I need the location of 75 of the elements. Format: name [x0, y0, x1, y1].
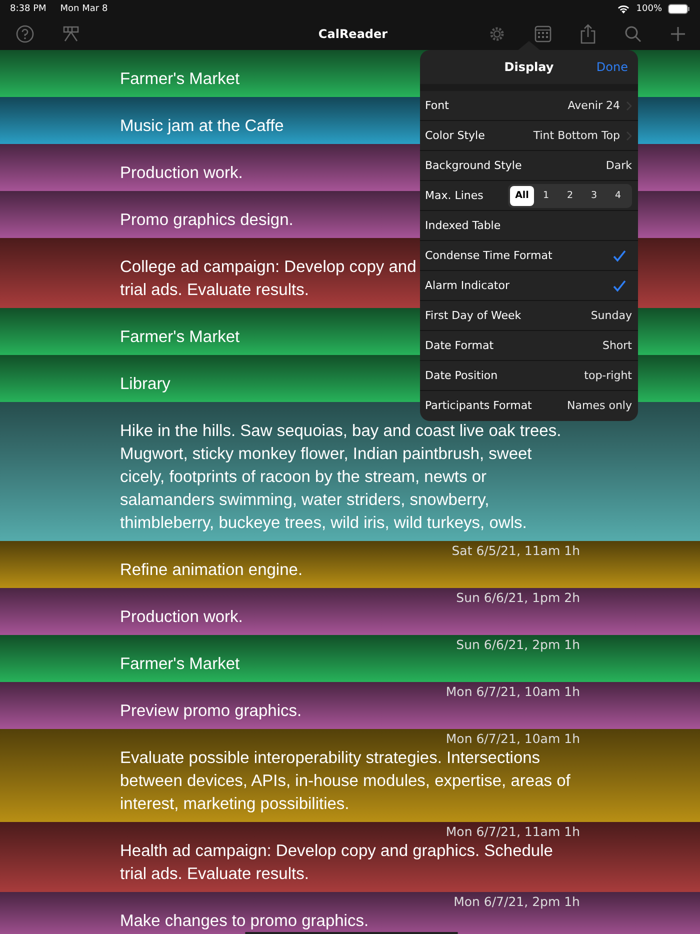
settings-row[interactable]: Color Style Tint Bottom Top: [420, 121, 638, 151]
event-title: College ad campaign: Develop copy and trial ads. Evaluate results.: [120, 257, 416, 301]
setting-value: Short: [602, 339, 632, 352]
battery-percent: 100%: [636, 4, 662, 14]
setting-value: Dark: [606, 159, 632, 172]
event-title: Preview promo graphics.: [120, 701, 302, 722]
settings-row[interactable]: Max. Lines All 1 2 3 4: [420, 181, 638, 211]
status-time: 8:38 PM: [10, 4, 46, 14]
settings-row[interactable]: Font Avenir 24: [420, 91, 638, 121]
status-date: Mon Mar 8: [60, 4, 108, 14]
setting-value: top-right: [584, 369, 632, 382]
settings-row[interactable]: Background Style Dark: [420, 151, 638, 181]
event-title: Hike in the hills. Saw sequoias, bay and coast live oak trees. Mugwort, sticky monkey flower, Indian paintbrush, sweet cicely, footprints of racoon by the stream, newts or salamanders swimming, water striders, snowberry, thimbleberry, buckeye trees, wild iris, wild turkeys, owls.: [120, 421, 562, 534]
settings-row[interactable]: First Day of Week Sunday: [420, 301, 638, 331]
event-date: Sun 6/6/21, 1pm 2h: [456, 590, 580, 605]
event-row[interactable]: Mon 6/7/21, 10am 1h Evaluate possible interoperability strategies. Intersections between devices, APIs, in-house modules, expertise, areas of interest, marketing possibilities.: [0, 729, 700, 822]
add-icon[interactable]: [670, 26, 686, 42]
event-title: Music jam at the Caffe: [120, 116, 284, 137]
setting-label: Indexed Table: [425, 219, 502, 232]
app-title: CalReader: [317, 27, 389, 41]
setting-label: Color Style: [425, 129, 486, 142]
setting-label: Max. Lines: [425, 189, 484, 202]
event-date: Mon 6/7/21, 10am 1h: [446, 731, 580, 746]
setting-label: Alarm Indicator: [425, 279, 510, 292]
event-date: Mon 6/7/21, 11am 1h: [446, 824, 580, 839]
event-row[interactable]: Sat 6/5/21, 11am 1h Refine animation engine.: [0, 541, 700, 588]
easel-icon[interactable]: [62, 25, 80, 43]
event-date: Sun 6/6/21, 2pm 1h: [456, 637, 580, 652]
done-button[interactable]: Done: [596, 60, 628, 74]
settings-row[interactable]: Condense Time Format: [420, 241, 638, 271]
event-title: Make changes to promo graphics.: [120, 911, 369, 932]
help-icon[interactable]: [16, 25, 34, 43]
setting-label: Date Format: [425, 339, 495, 352]
event-title: Production work.: [120, 607, 243, 628]
search-icon[interactable]: [624, 25, 642, 43]
event-row[interactable]: Sun 6/6/21, 1pm 2h Production work.: [0, 588, 700, 635]
calendar-grid-icon[interactable]: [534, 25, 552, 43]
event-title: Evaluate possible interoperability strategies. Intersections between devices, APIs, in-house modules, expertise, areas of interest, marketing possibilities.: [120, 748, 570, 815]
settings-row[interactable]: Alarm Indicator: [420, 271, 638, 301]
settings-row[interactable]: Date Position top-right: [420, 361, 638, 391]
setting-label: Participants Format: [425, 399, 533, 412]
wifi-icon: [617, 4, 630, 14]
setting-label: Background Style: [425, 159, 523, 172]
event-row[interactable]: [0, 402, 700, 541]
setting-value: Names only: [567, 399, 632, 412]
settings-row[interactable]: Date Format Short: [420, 331, 638, 361]
event-date: Mon 6/7/21, 2pm 1h: [454, 894, 580, 909]
battery-icon: [668, 4, 690, 14]
setting-value: Avenir 24: [568, 99, 620, 112]
event-date: Mon 6/7/21, 10am 1h: [446, 684, 580, 699]
segmented-control[interactable]: All 1 2 3 4: [508, 184, 632, 208]
setting-label: Font: [425, 99, 450, 112]
event-title: Promo graphics design.: [120, 210, 294, 231]
event-row[interactable]: Mon 6/7/21, 11am 1h Health ad campaign: Develop copy and graphics. Schedule trial ads. Evaluate results.: [0, 822, 700, 892]
setting-value: Sunday: [590, 309, 632, 322]
setting-label: Date Position: [425, 369, 499, 382]
segment-option[interactable]: All: [510, 186, 534, 206]
event-title: Farmer's Market: [120, 327, 240, 348]
event-row[interactable]: Mon 6/7/21, 2pm 1h Make changes to promo graphics.: [0, 892, 700, 934]
event-row[interactable]: Mon 6/7/21, 10am 1h Preview promo graphics.: [0, 682, 700, 729]
setting-value: Tint Bottom Top: [533, 129, 620, 142]
event-title: Farmer's Market: [120, 654, 240, 675]
event-title: Health ad campaign: Develop copy and graphics. Schedule trial ads. Evaluate results.: [120, 841, 553, 885]
popover-title: Display: [504, 60, 554, 74]
setting-label: First Day of Week: [425, 309, 522, 322]
event-title: Farmer's Market: [120, 69, 240, 90]
event-row[interactable]: Sun 6/6/21, 2pm 1h Farmer's Market: [0, 635, 700, 682]
event-title: Refine animation engine.: [120, 560, 303, 581]
settings-icon[interactable]: [488, 25, 506, 43]
event-title: Library: [120, 374, 170, 395]
settings-row[interactable]: Indexed Table: [420, 211, 638, 241]
setting-label: Condense Time Format: [425, 249, 554, 262]
share-icon[interactable]: [580, 24, 596, 44]
event-title: Production work.: [120, 163, 243, 184]
event-date: Sat 6/5/21, 11am 1h: [452, 543, 580, 558]
